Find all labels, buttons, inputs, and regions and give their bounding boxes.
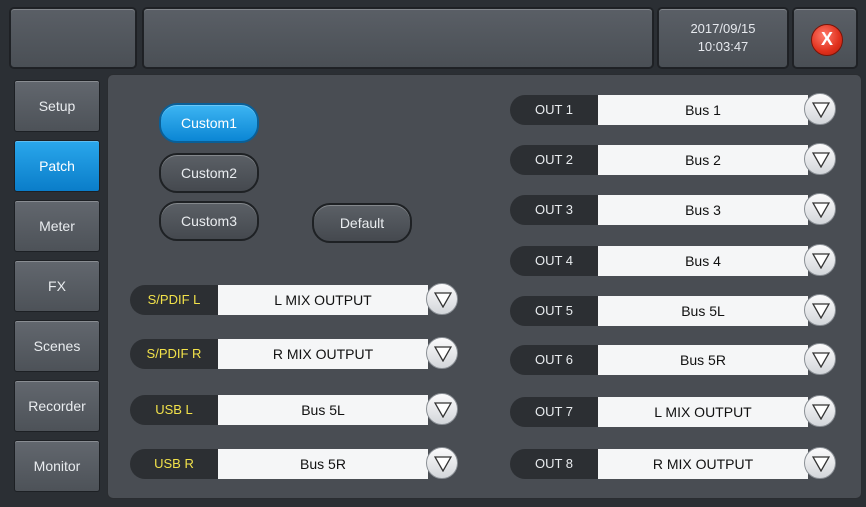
output-route-row: OUT 7 L MIX OUTPUT [510, 395, 840, 427]
sidebar-item-monitor[interactable]: Monitor [14, 440, 100, 492]
output-route-label: OUT 6 [510, 345, 598, 375]
output-route-row: OUT 3 Bus 3 [510, 193, 840, 225]
close-icon[interactable]: X [811, 24, 843, 56]
output-route-select[interactable]: Bus 4 [598, 246, 808, 276]
input-route-label: S/PDIF L [130, 285, 218, 315]
input-route-row: S/PDIF R R MIX OUTPUT [130, 337, 460, 369]
output-route-label: OUT 3 [510, 195, 598, 225]
dropdown-arrow-icon[interactable] [804, 193, 836, 225]
output-route-row: OUT 4 Bus 4 [510, 244, 840, 276]
input-route-label: USB L [130, 395, 218, 425]
patch-panel: Custom1 Custom2 Custom3 Default S/PDIF L… [107, 74, 862, 499]
dropdown-arrow-icon[interactable] [804, 447, 836, 479]
dropdown-arrow-icon[interactable] [804, 343, 836, 375]
output-route-select[interactable]: Bus 5L [598, 296, 808, 326]
output-route-label: OUT 5 [510, 296, 598, 326]
sidebar-item-meter[interactable]: Meter [14, 200, 100, 252]
preset-custom1-button[interactable]: Custom1 [159, 103, 259, 143]
dropdown-arrow-icon[interactable] [804, 294, 836, 326]
output-route-row: OUT 1 Bus 1 [510, 93, 840, 125]
dropdown-arrow-icon[interactable] [804, 395, 836, 427]
input-route-select[interactable]: R MIX OUTPUT [218, 339, 428, 369]
sidebar-item-patch[interactable]: Patch [14, 140, 100, 192]
sidebar-item-scenes[interactable]: Scenes [14, 320, 100, 372]
output-route-select[interactable]: Bus 3 [598, 195, 808, 225]
output-route-select[interactable]: L MIX OUTPUT [598, 397, 808, 427]
input-route-select[interactable]: L MIX OUTPUT [218, 285, 428, 315]
output-route-label: OUT 7 [510, 397, 598, 427]
dropdown-arrow-icon[interactable] [804, 93, 836, 125]
clock-display: 2017/09/15 10:03:47 [658, 8, 788, 68]
sidebar-item-fx[interactable]: FX [14, 260, 100, 312]
input-route-row: USB L Bus 5L [130, 393, 460, 425]
output-route-label: OUT 8 [510, 449, 598, 479]
preset-custom3-button[interactable]: Custom3 [159, 201, 259, 241]
output-route-select[interactable]: R MIX OUTPUT [598, 449, 808, 479]
output-route-select[interactable]: Bus 1 [598, 95, 808, 125]
clock-time: 10:03:47 [697, 39, 749, 54]
input-route-select[interactable]: Bus 5L [218, 395, 428, 425]
preset-default-button[interactable]: Default [312, 203, 412, 243]
sidebar-item-setup[interactable]: Setup [14, 80, 100, 132]
sidebar-item-recorder[interactable]: Recorder [14, 380, 100, 432]
output-route-label: OUT 2 [510, 145, 598, 175]
dropdown-arrow-icon[interactable] [426, 393, 458, 425]
dropdown-arrow-icon[interactable] [426, 283, 458, 315]
dropdown-arrow-icon[interactable] [426, 337, 458, 369]
clock-date: 2017/09/15 [690, 21, 756, 36]
input-route-row: USB R Bus 5R [130, 447, 460, 479]
output-route-row: OUT 8 R MIX OUTPUT [510, 447, 840, 479]
output-route-select[interactable]: Bus 2 [598, 145, 808, 175]
output-route-label: OUT 1 [510, 95, 598, 125]
input-route-select[interactable]: Bus 5R [218, 449, 428, 479]
input-route-label: S/PDIF R [130, 339, 218, 369]
output-route-label: OUT 4 [510, 246, 598, 276]
dropdown-arrow-icon[interactable] [804, 244, 836, 276]
dropdown-arrow-icon[interactable] [804, 143, 836, 175]
preset-custom2-button[interactable]: Custom2 [159, 153, 259, 193]
input-route-row: S/PDIF L L MIX OUTPUT [130, 283, 460, 315]
input-route-label: USB R [130, 449, 218, 479]
output-route-row: OUT 2 Bus 2 [510, 143, 840, 175]
top-left-panel [10, 8, 136, 68]
output-route-row: OUT 6 Bus 5R [510, 343, 840, 375]
dropdown-arrow-icon[interactable] [426, 447, 458, 479]
output-route-row: OUT 5 Bus 5L [510, 294, 840, 326]
top-display-panel [143, 8, 653, 68]
output-route-select[interactable]: Bus 5R [598, 345, 808, 375]
close-button-area: X [793, 8, 857, 68]
